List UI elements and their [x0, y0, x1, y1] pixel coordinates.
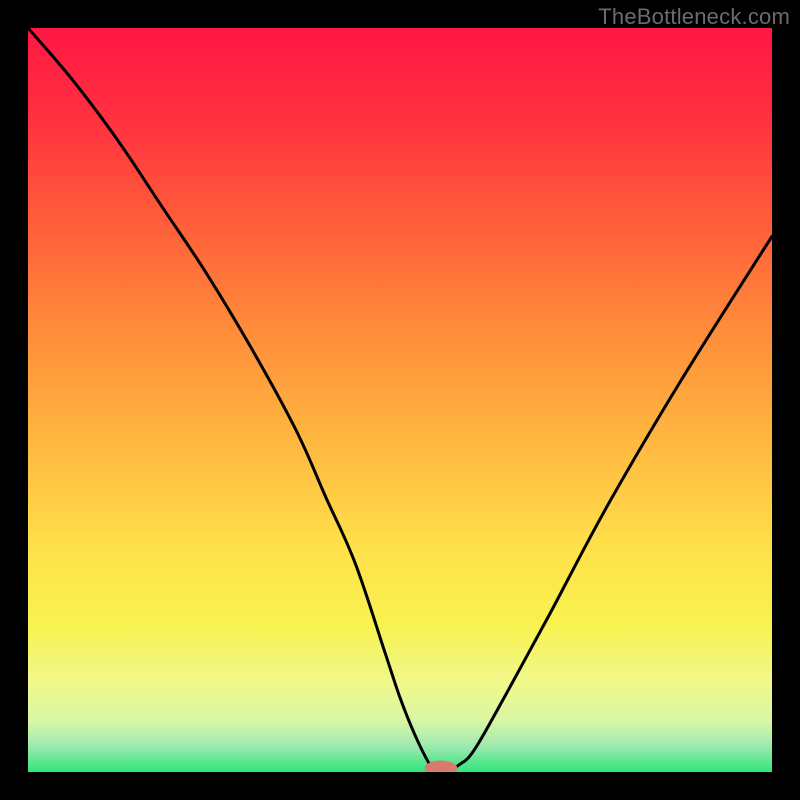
- chart-frame: TheBottleneck.com: [0, 0, 800, 800]
- gradient-background: [28, 28, 772, 772]
- plot-area: [28, 28, 772, 772]
- bottleneck-chart-svg: [28, 28, 772, 772]
- watermark-text: TheBottleneck.com: [598, 4, 790, 30]
